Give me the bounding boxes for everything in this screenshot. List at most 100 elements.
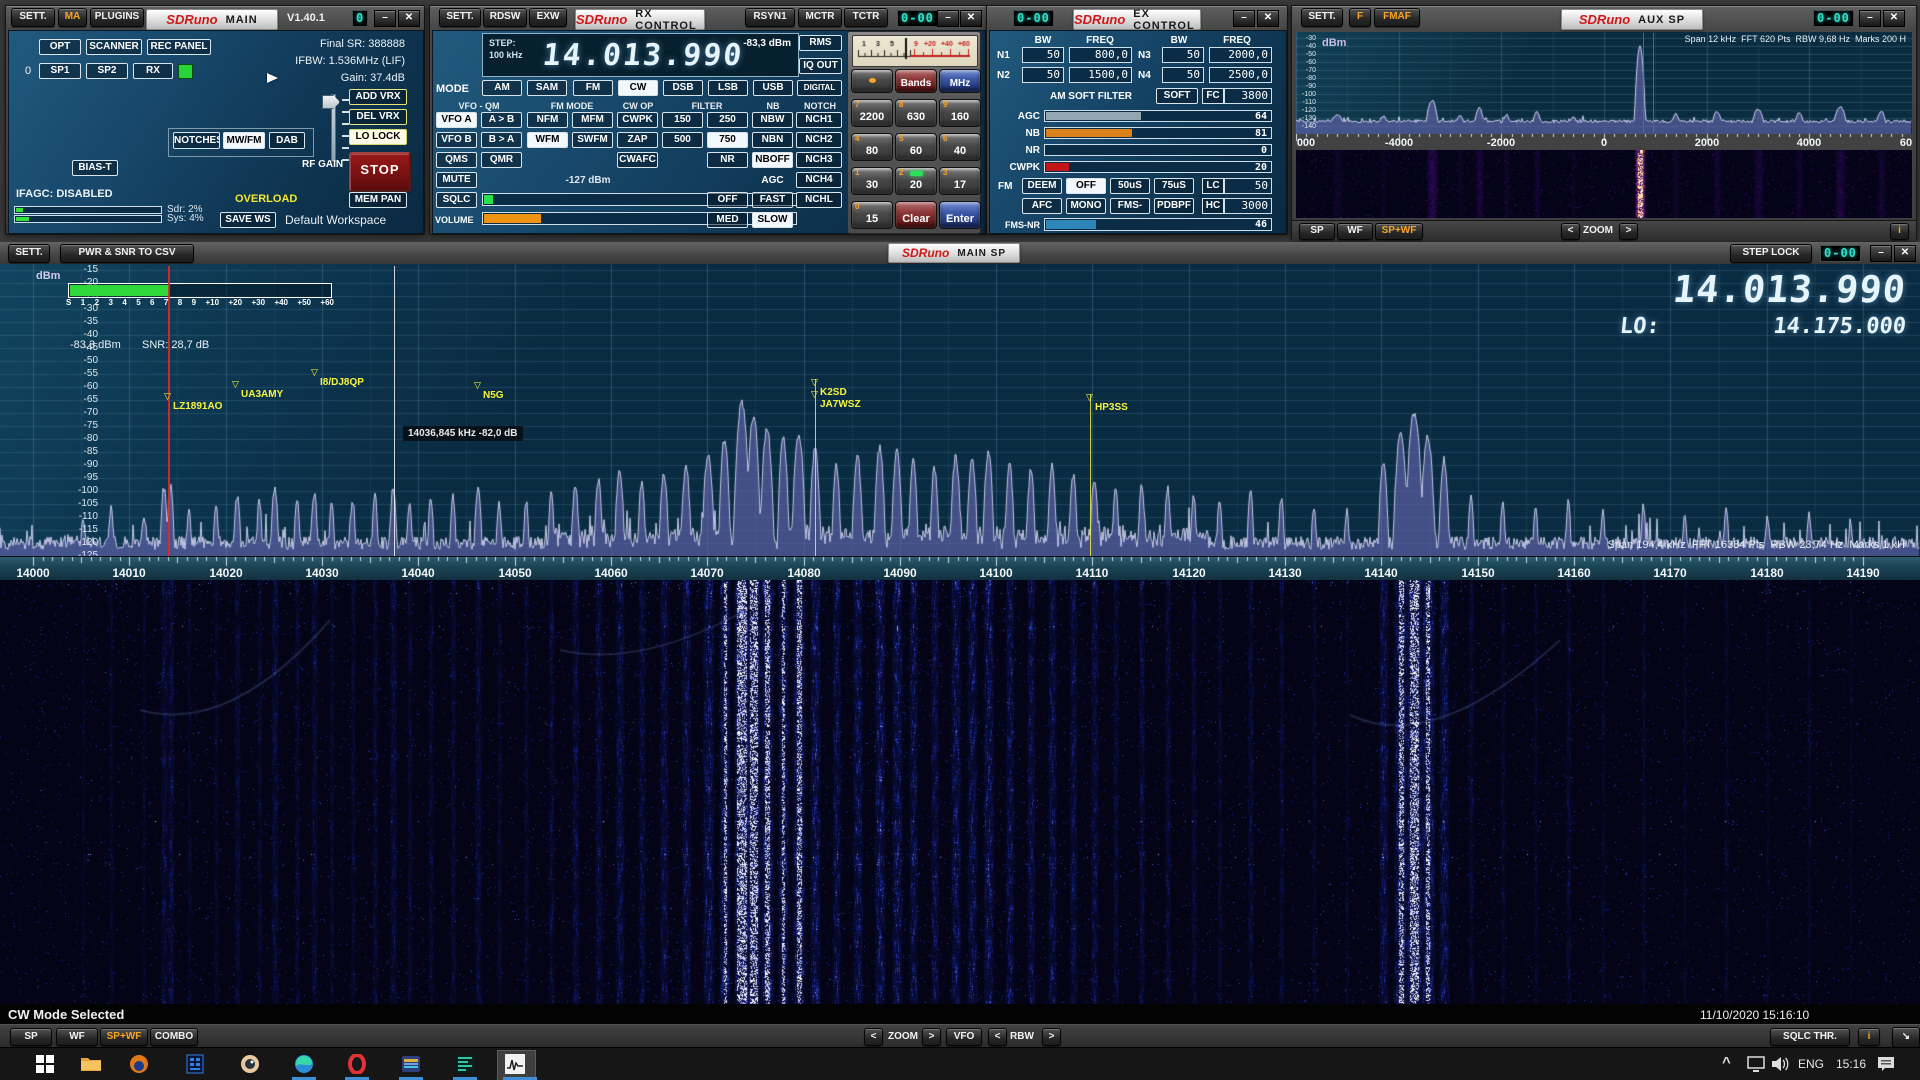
tray-chevron-icon[interactable]: ^ <box>1722 1054 1731 1071</box>
main-sp-minimize-button[interactable]: – <box>1870 245 1892 262</box>
button-fms-nr[interactable]: FMS-NR <box>1110 198 1150 214</box>
button-cwpk[interactable]: CWPK <box>617 112 658 128</box>
button-vfo-a[interactable]: VFO A <box>436 112 477 128</box>
band-key-40[interactable]: 640 <box>939 133 981 161</box>
rx-menu-tctr[interactable]: TCTR <box>844 8 888 27</box>
main-window-minimize-button[interactable]: – <box>374 10 396 27</box>
soft-button[interactable]: SOFT <box>1156 88 1198 104</box>
main-sp-window-title[interactable]: SDRunoMAIN SP <box>888 243 1020 263</box>
mode-lsb[interactable]: LSB <box>708 80 748 96</box>
button-rms[interactable]: RMS <box>799 35 842 51</box>
menu-ma[interactable]: MA <box>58 8 87 27</box>
agc-med-button[interactable]: MED <box>707 212 748 228</box>
main-window-close-button[interactable]: ✕ <box>398 10 420 27</box>
band-key-15[interactable]: 015 <box>851 201 893 229</box>
band-key-630[interactable]: 8630 <box>895 99 937 127</box>
rx-menu-mctr[interactable]: MCTR <box>798 8 842 27</box>
menu-sett[interactable]: SETT. <box>11 8 55 27</box>
zoom-in-button[interactable]: > <box>922 1028 941 1046</box>
notch-freq[interactable]: 2500,0 <box>1209 67 1272 83</box>
pwr-snr-to-csv-button[interactable]: PWR & SNR TO CSV <box>60 244 194 263</box>
sqlc-button[interactable]: SQLC <box>436 192 477 208</box>
fms-nr-bar[interactable]: 46 <box>1044 218 1272 231</box>
lc-value[interactable]: 50 <box>1224 178 1272 194</box>
sqlc-thr-button[interactable]: SQLC THR. <box>1770 1028 1850 1046</box>
mode-dsb[interactable]: DSB <box>663 80 703 96</box>
band-key-80[interactable]: 480 <box>851 133 893 161</box>
aux-window-title[interactable]: SDRunoAUX SP <box>1561 9 1703 30</box>
rx-menu-sett[interactable]: SETT. <box>439 8 481 27</box>
rbw-down-button[interactable]: < <box>988 1028 1007 1046</box>
button-cwafc[interactable]: CWAFC <box>617 152 658 168</box>
band-key-2200[interactable]: 72200 <box>851 99 893 127</box>
button-qmr[interactable]: QMR <box>481 152 522 168</box>
speaker-icon[interactable] <box>1768 1052 1792 1076</box>
slider-nb[interactable]: 81 <box>1044 127 1272 139</box>
info-button[interactable]: i <box>1858 1028 1880 1046</box>
button-wfm[interactable]: WFM <box>527 132 568 148</box>
button-mw-fm[interactable]: MW/FM <box>223 132 265 149</box>
aux-close-button[interactable]: ✕ <box>1883 10 1905 27</box>
mem-pan-button[interactable]: MEM PAN <box>349 192 407 208</box>
view-spwf[interactable]: SP+WF <box>100 1028 148 1046</box>
button-750[interactable]: 750 <box>707 132 748 148</box>
main-sp-close-button[interactable]: ✕ <box>1894 245 1916 262</box>
band-key-20[interactable]: 220 <box>895 167 937 195</box>
button-notches[interactable]: NOTCHES <box>173 132 220 149</box>
app-eye-icon[interactable] <box>237 1051 263 1077</box>
bias-t-button[interactable]: BIAS-T <box>72 160 118 176</box>
aux-info-button[interactable]: i <box>1890 223 1909 240</box>
save-ws-button[interactable]: SAVE WS <box>220 212 276 228</box>
button-vfo-b[interactable]: VFO B <box>436 132 477 148</box>
app-orange-icon[interactable] <box>126 1051 152 1077</box>
mode-usb[interactable]: USB <box>753 80 793 96</box>
button-rec-panel[interactable]: REC PANEL <box>147 39 211 55</box>
mute-button[interactable]: MUTE <box>436 172 477 188</box>
aux-view-spwf[interactable]: SP+WF <box>1375 223 1423 240</box>
app-grid-icon[interactable] <box>182 1051 208 1077</box>
step-lock-button[interactable]: STEP LOCK <box>1730 244 1812 263</box>
button-pdbpf[interactable]: PDBPF <box>1154 198 1194 214</box>
start-icon[interactable] <box>32 1051 58 1077</box>
view-combo[interactable]: COMBO <box>150 1028 198 1046</box>
button-150[interactable]: 150 <box>662 112 703 128</box>
mode-sam[interactable]: SAM <box>527 80 567 96</box>
aux-menu-sett[interactable]: SETT. <box>1301 8 1343 27</box>
spot-marker[interactable]: HP3SS <box>1095 402 1128 413</box>
rx-menu-rsyn1[interactable]: RSYN1 <box>745 8 795 27</box>
button-nch3[interactable]: NCH3 <box>796 152 842 168</box>
view-wf[interactable]: WF <box>56 1028 98 1046</box>
aux-view-wf[interactable]: WF <box>1337 223 1373 240</box>
spot-marker[interactable]: UA3AMY <box>241 389 283 400</box>
notch-freq[interactable]: 800,0 <box>1069 47 1132 63</box>
button-scanner[interactable]: SCANNER <box>86 39 142 55</box>
main-waterfall-canvas[interactable] <box>0 580 1920 1004</box>
aux-minimize-button[interactable]: – <box>1859 10 1881 27</box>
squelch-bar[interactable] <box>482 193 797 206</box>
button-b---a[interactable]: B > A <box>481 132 522 148</box>
aux-zoom-in-button[interactable]: > <box>1619 223 1638 240</box>
button-mono[interactable]: MONO <box>1066 198 1106 214</box>
notch-bw[interactable]: 50 <box>1162 67 1204 83</box>
popout-arrow-button[interactable]: ↘ <box>1892 1027 1920 1048</box>
button-a---b[interactable]: A > B <box>481 112 522 128</box>
button-500[interactable]: 500 <box>662 132 703 148</box>
rx-minimize-button[interactable]: – <box>937 10 959 27</box>
ex-minimize-button[interactable]: – <box>1233 10 1255 27</box>
vfo-tuning-line[interactable] <box>168 266 170 556</box>
view-sp[interactable]: SP <box>10 1028 52 1046</box>
mode-am[interactable]: AM <box>482 80 522 96</box>
band-key-17[interactable]: 317 <box>939 167 981 195</box>
mode-digital[interactable]: DIGITAL <box>797 80 842 96</box>
fm-75us[interactable]: 75uS <box>1154 178 1194 194</box>
spot-marker[interactable]: LZ1891AO <box>173 401 222 412</box>
fm-deem[interactable]: DEEM <box>1022 178 1062 194</box>
sdruno-active-icon[interactable] <box>502 1051 528 1077</box>
spot-marker[interactable]: I8/DJ8QP <box>320 377 364 388</box>
vfo-button[interactable]: VFO <box>946 1028 982 1046</box>
clear-key[interactable]: Clear <box>895 201 937 229</box>
file-explorer-icon[interactable] <box>78 1051 104 1077</box>
aux-zoom-out-button[interactable]: < <box>1561 223 1580 240</box>
ex-close-button[interactable]: ✕ <box>1257 10 1279 27</box>
bands-key[interactable]: Bands <box>895 69 937 93</box>
